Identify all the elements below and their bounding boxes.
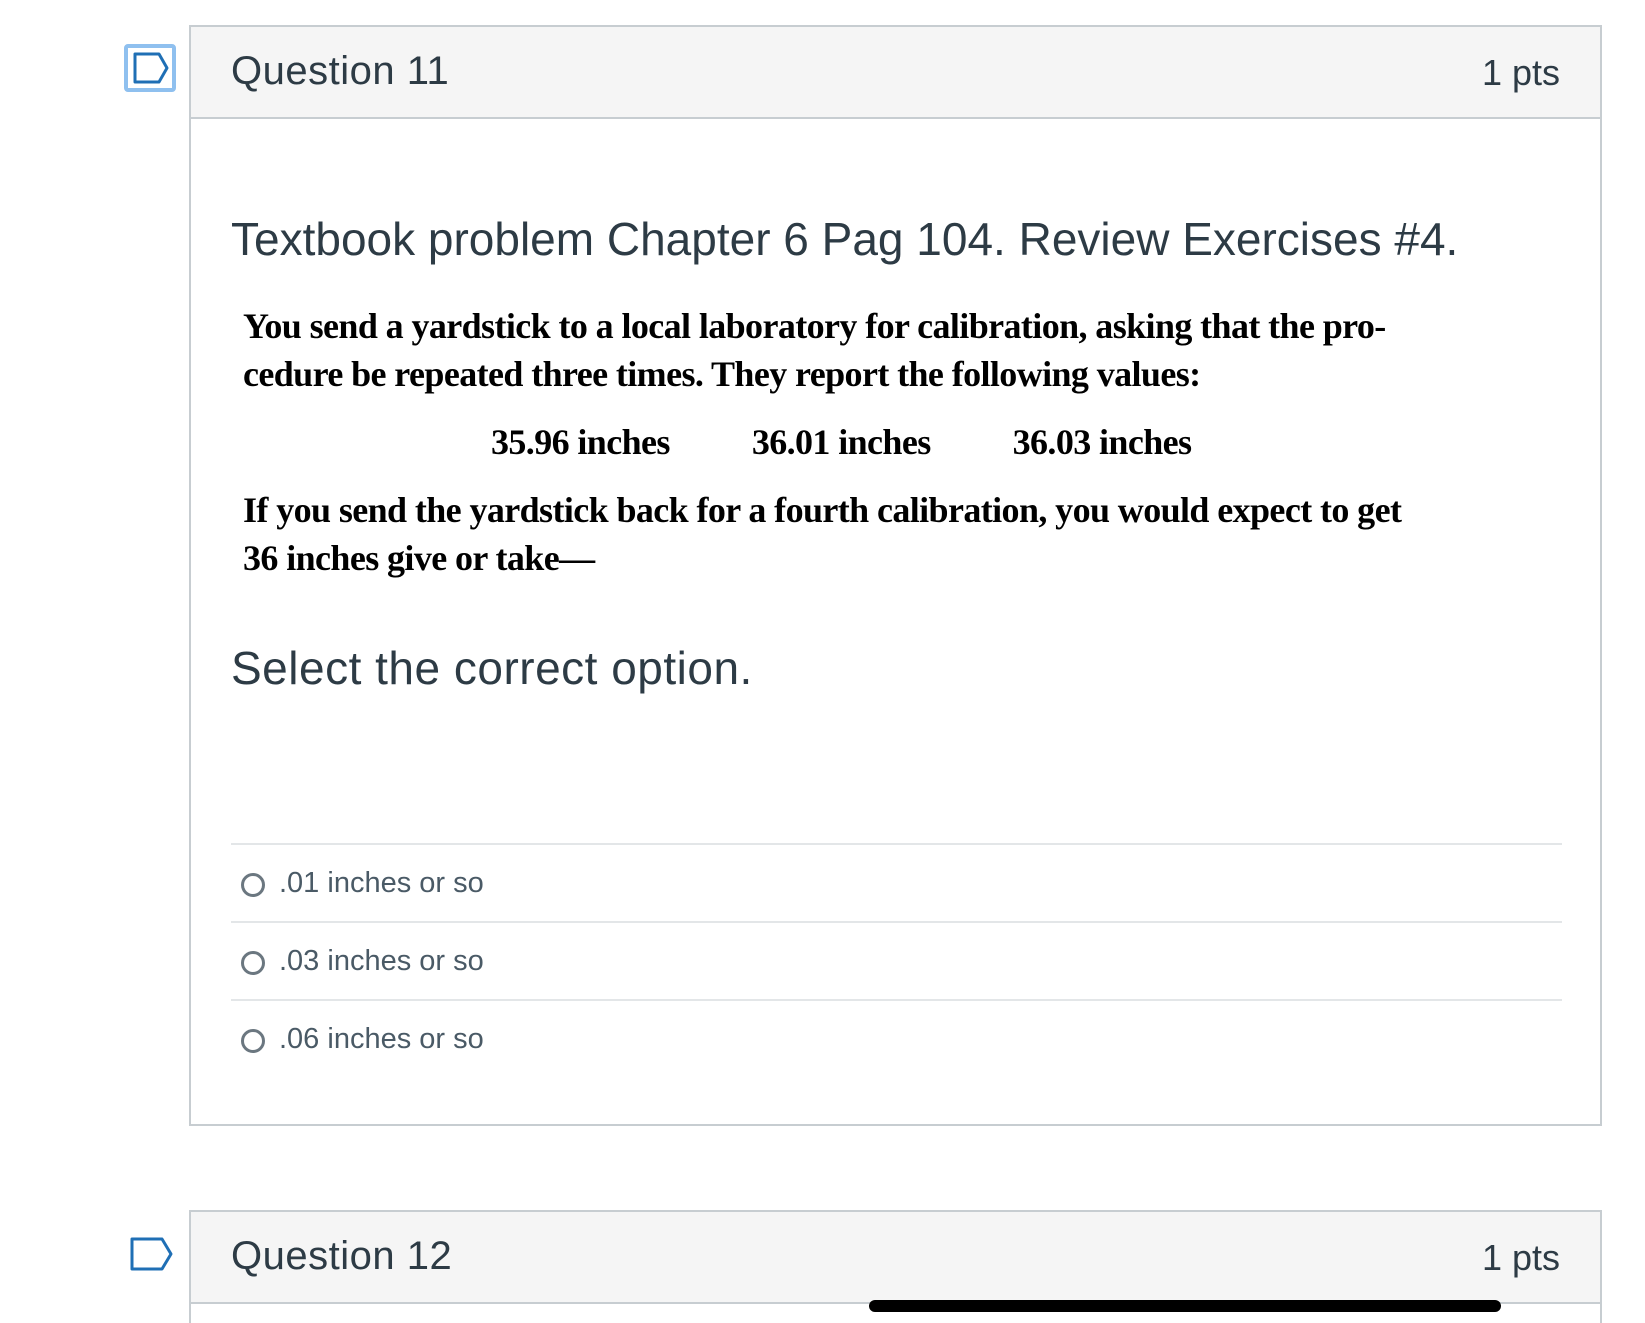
problem-line: cedure be repeated three times. They rep… xyxy=(243,354,1201,394)
problem-line: You send a yardstick to a local laborato… xyxy=(243,306,1386,346)
question-header: Question 12 1 pts xyxy=(191,1212,1600,1304)
question-points: 1 pts xyxy=(1481,1237,1560,1278)
reported-value: 36.03 inches xyxy=(1012,422,1192,462)
answer-list: .01 inches or so .03 inches or so .06 in… xyxy=(231,843,1562,1079)
question-title: Question 12 xyxy=(231,1234,453,1278)
question-prompt: Select the correct option. xyxy=(231,642,753,694)
answer-label[interactable]: .01 inches or so xyxy=(279,863,484,903)
reported-value: 36.01 inches xyxy=(751,422,931,462)
question-intro: Textbook problem Chapter 6 Pag 104. Revi… xyxy=(231,213,1459,265)
problem-line: If you send the yardstick back for a fou… xyxy=(243,490,1402,530)
question-header: Question 11 1 pts xyxy=(191,27,1600,119)
radio-button-icon[interactable] xyxy=(241,951,265,975)
question-points: 1 pts xyxy=(1481,52,1560,93)
question-11-card: Question 11 1 pts Textbook problem Chapt… xyxy=(189,25,1602,1126)
reported-values: 35.96 inches 36.01 inches 36.03 inches xyxy=(243,418,1533,466)
flag-icon xyxy=(130,1236,174,1272)
answer-option[interactable]: .06 inches or so xyxy=(231,1001,1562,1079)
reported-value: 35.96 inches xyxy=(491,422,670,462)
question-title: Question 11 xyxy=(231,49,450,93)
answer-option[interactable]: .03 inches or so xyxy=(231,923,1562,1001)
answer-label[interactable]: .03 inches or so xyxy=(279,941,484,981)
answer-label[interactable]: .06 inches or so xyxy=(279,1019,484,1059)
flag-question-12-button[interactable] xyxy=(130,1236,174,1274)
quiz-page: Question 11 1 pts Textbook problem Chapt… xyxy=(0,0,1645,1323)
flag-question-11-button[interactable] xyxy=(124,44,176,92)
scanned-problem-text: You send a yardstick to a local laborato… xyxy=(243,302,1533,582)
home-indicator-bar xyxy=(869,1300,1501,1312)
radio-button-icon[interactable] xyxy=(241,1029,265,1053)
radio-button-icon[interactable] xyxy=(241,873,265,897)
answer-option[interactable]: .01 inches or so xyxy=(231,845,1562,923)
problem-line: 36 inches give or take— xyxy=(243,538,595,578)
